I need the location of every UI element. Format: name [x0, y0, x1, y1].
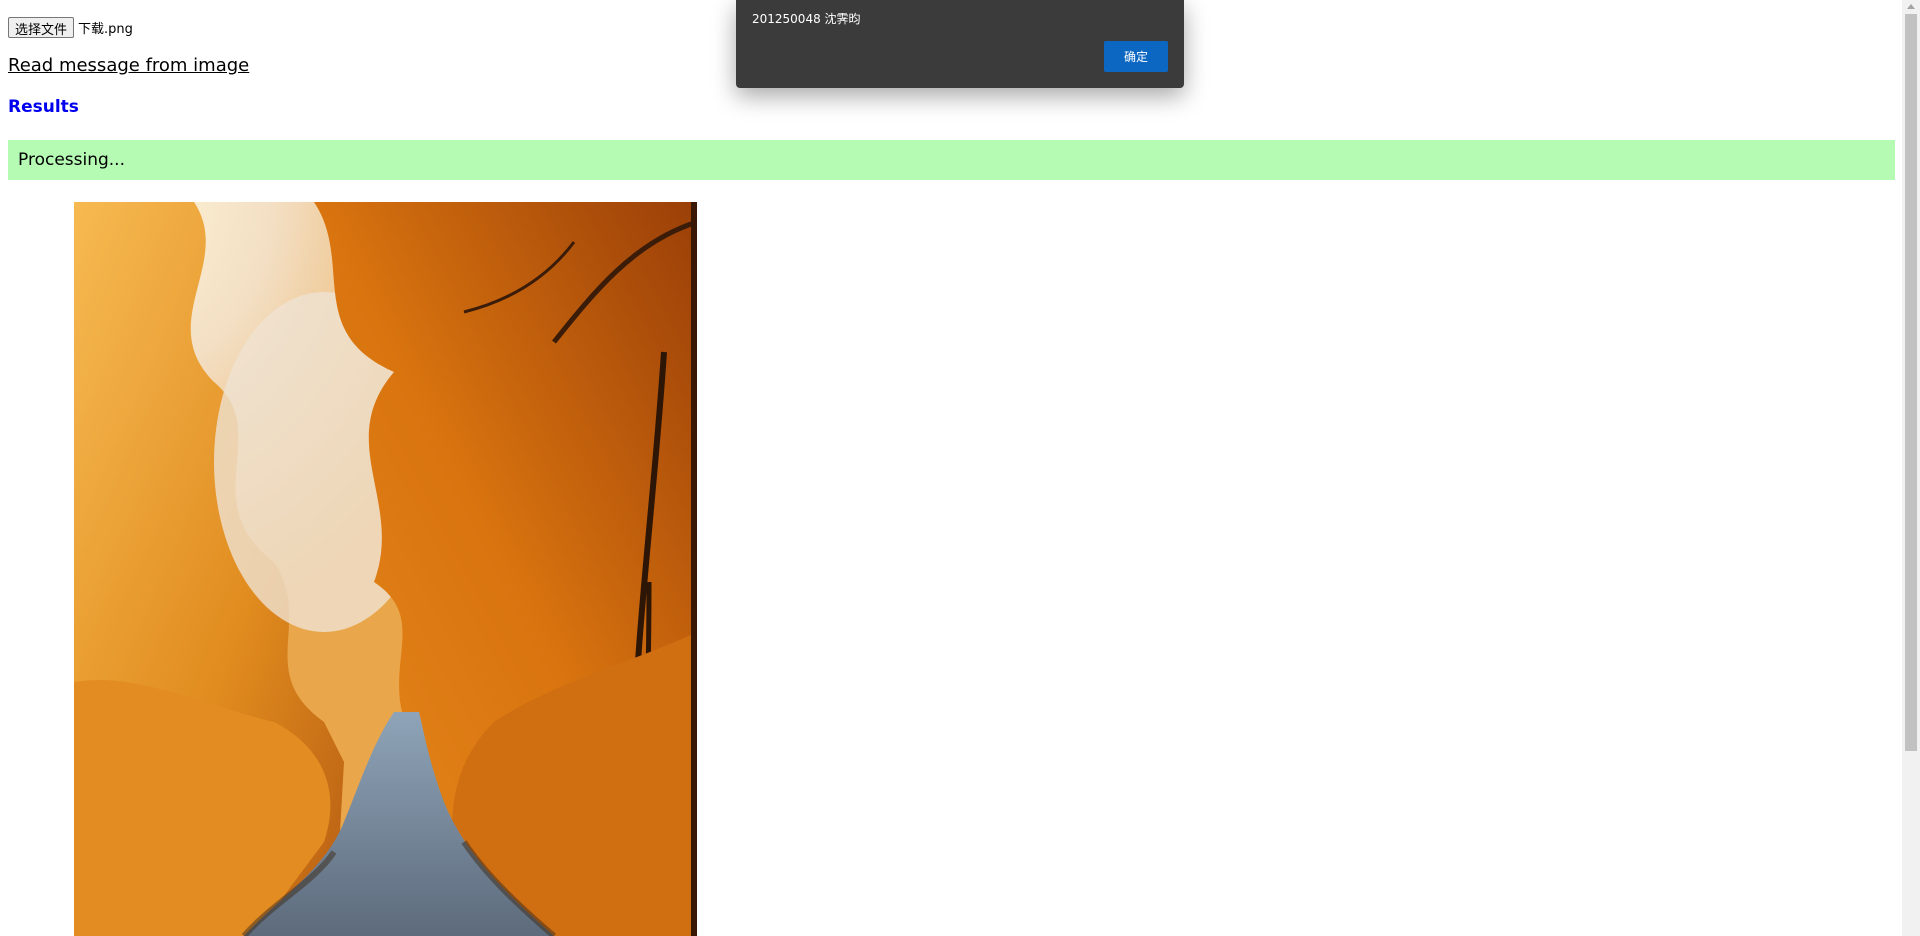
- vertical-scrollbar[interactable]: [1902, 0, 1920, 936]
- scroll-up-arrow-icon[interactable]: [1907, 4, 1915, 9]
- scroll-thumb[interactable]: [1905, 14, 1917, 751]
- file-input-row: 选择文件 下载.png: [8, 17, 133, 38]
- dialog-ok-button[interactable]: 确定: [1104, 41, 1168, 72]
- results-heading: Results: [8, 97, 79, 117]
- status-bar: Processing...: [8, 140, 1895, 180]
- read-message-link[interactable]: Read message from image: [8, 55, 249, 76]
- alert-dialog: 201250048 沈霁昀 确定: [736, 0, 1184, 88]
- page: 选择文件 下载.png Read message from image Resu…: [0, 0, 1902, 936]
- selected-file-name: 下载.png: [78, 22, 133, 37]
- dialog-message: 201250048 沈霁昀: [752, 12, 861, 26]
- status-text: Processing...: [18, 150, 125, 170]
- choose-file-button[interactable]: 选择文件: [8, 17, 75, 38]
- uploaded-image: [74, 202, 697, 936]
